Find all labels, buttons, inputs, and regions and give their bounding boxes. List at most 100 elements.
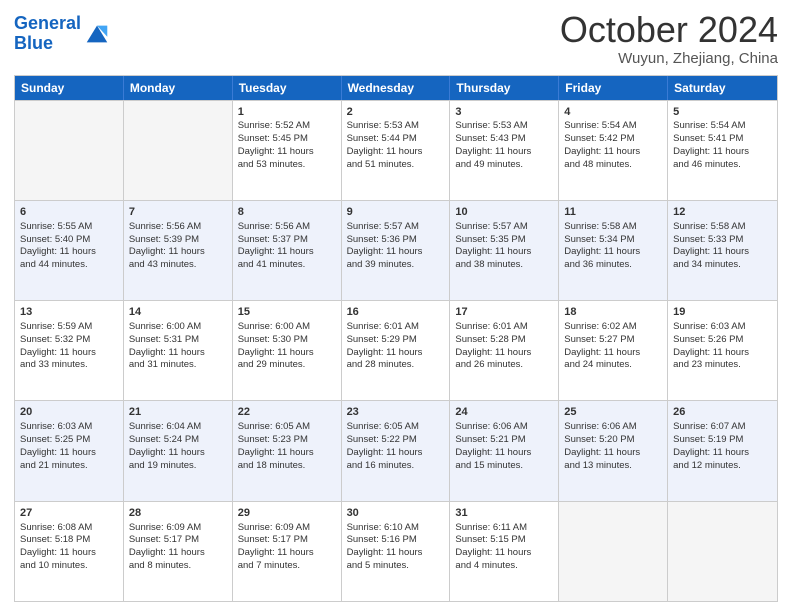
cell-line: Sunrise: 5:59 AM — [20, 321, 118, 334]
cell-line: Daylight: 11 hours — [564, 246, 662, 259]
cell-line: and 53 minutes. — [238, 159, 336, 172]
cell-line: Sunrise: 6:02 AM — [564, 321, 662, 334]
cell-line: Sunset: 5:35 PM — [455, 234, 553, 247]
cell-line: and 34 minutes. — [673, 259, 772, 272]
header-day-monday: Monday — [124, 76, 233, 100]
cell-line: Daylight: 11 hours — [238, 547, 336, 560]
cell-line: Sunrise: 6:06 AM — [455, 421, 553, 434]
table-row: 29Sunrise: 6:09 AMSunset: 5:17 PMDayligh… — [233, 502, 342, 601]
cell-line: Sunset: 5:31 PM — [129, 334, 227, 347]
cell-line: and 41 minutes. — [238, 259, 336, 272]
cell-line: Sunset: 5:23 PM — [238, 434, 336, 447]
cell-line: Daylight: 11 hours — [455, 146, 553, 159]
cell-line: Sunset: 5:16 PM — [347, 534, 445, 547]
cell-line: Daylight: 11 hours — [347, 347, 445, 360]
cell-line: Sunrise: 6:01 AM — [347, 321, 445, 334]
day-number: 12 — [673, 205, 772, 220]
cell-line: Sunrise: 6:01 AM — [455, 321, 553, 334]
day-number: 8 — [238, 205, 336, 220]
cell-line: Daylight: 11 hours — [673, 246, 772, 259]
cell-line: Sunset: 5:28 PM — [455, 334, 553, 347]
day-number: 23 — [347, 405, 445, 420]
table-row: 30Sunrise: 6:10 AMSunset: 5:16 PMDayligh… — [342, 502, 451, 601]
cell-line: Daylight: 11 hours — [455, 347, 553, 360]
cell-line: Sunset: 5:26 PM — [673, 334, 772, 347]
day-number: 21 — [129, 405, 227, 420]
header-day-tuesday: Tuesday — [233, 76, 342, 100]
cell-line: Daylight: 11 hours — [673, 447, 772, 460]
cell-line: and 48 minutes. — [564, 159, 662, 172]
logo: General Blue — [14, 14, 111, 54]
header-day-saturday: Saturday — [668, 76, 777, 100]
month-title: October 2024 — [560, 10, 778, 50]
cell-line: Daylight: 11 hours — [455, 246, 553, 259]
cell-line: Sunset: 5:37 PM — [238, 234, 336, 247]
day-number: 20 — [20, 405, 118, 420]
cell-line: Sunset: 5:17 PM — [238, 534, 336, 547]
cell-line: Daylight: 11 hours — [347, 246, 445, 259]
cell-line: and 4 minutes. — [455, 560, 553, 573]
cell-line: and 24 minutes. — [564, 359, 662, 372]
header-day-friday: Friday — [559, 76, 668, 100]
calendar-row-1: 6Sunrise: 5:55 AMSunset: 5:40 PMDaylight… — [15, 200, 777, 300]
cell-line: Daylight: 11 hours — [20, 447, 118, 460]
cell-line: Sunset: 5:18 PM — [20, 534, 118, 547]
table-row: 16Sunrise: 6:01 AMSunset: 5:29 PMDayligh… — [342, 301, 451, 400]
cell-line: Sunset: 5:25 PM — [20, 434, 118, 447]
cell-line: and 39 minutes. — [347, 259, 445, 272]
cell-line: and 16 minutes. — [347, 460, 445, 473]
header-day-wednesday: Wednesday — [342, 76, 451, 100]
cell-line: Daylight: 11 hours — [129, 547, 227, 560]
cell-line: Sunset: 5:42 PM — [564, 133, 662, 146]
cell-line: Sunset: 5:32 PM — [20, 334, 118, 347]
cell-line: and 38 minutes. — [455, 259, 553, 272]
cell-line: Sunset: 5:15 PM — [455, 534, 553, 547]
table-row: 14Sunrise: 6:00 AMSunset: 5:31 PMDayligh… — [124, 301, 233, 400]
cell-line: Sunrise: 6:04 AM — [129, 421, 227, 434]
table-row — [15, 101, 124, 200]
calendar-header: SundayMondayTuesdayWednesdayThursdayFrid… — [15, 76, 777, 100]
table-row: 7Sunrise: 5:56 AMSunset: 5:39 PMDaylight… — [124, 201, 233, 300]
table-row: 11Sunrise: 5:58 AMSunset: 5:34 PMDayligh… — [559, 201, 668, 300]
day-number: 15 — [238, 305, 336, 320]
cell-line: Sunrise: 6:00 AM — [129, 321, 227, 334]
cell-line: and 13 minutes. — [564, 460, 662, 473]
cell-line: Sunrise: 5:53 AM — [455, 120, 553, 133]
calendar-row-0: 1Sunrise: 5:52 AMSunset: 5:45 PMDaylight… — [15, 100, 777, 200]
calendar: SundayMondayTuesdayWednesdayThursdayFrid… — [14, 75, 778, 602]
day-number: 26 — [673, 405, 772, 420]
cell-line: Sunrise: 5:54 AM — [673, 120, 772, 133]
day-number: 10 — [455, 205, 553, 220]
cell-line: Sunrise: 5:56 AM — [238, 221, 336, 234]
table-row: 21Sunrise: 6:04 AMSunset: 5:24 PMDayligh… — [124, 401, 233, 500]
table-row: 22Sunrise: 6:05 AMSunset: 5:23 PMDayligh… — [233, 401, 342, 500]
cell-line: Sunrise: 6:09 AM — [129, 522, 227, 535]
cell-line: Sunrise: 6:08 AM — [20, 522, 118, 535]
day-number: 16 — [347, 305, 445, 320]
table-row: 1Sunrise: 5:52 AMSunset: 5:45 PMDaylight… — [233, 101, 342, 200]
cell-line: Daylight: 11 hours — [347, 146, 445, 159]
cell-line: Daylight: 11 hours — [20, 246, 118, 259]
day-number: 11 — [564, 205, 662, 220]
header: General Blue October 2024 Wuyun, Zhejian… — [14, 10, 778, 67]
day-number: 7 — [129, 205, 227, 220]
cell-line: Daylight: 11 hours — [455, 447, 553, 460]
cell-line: and 43 minutes. — [129, 259, 227, 272]
cell-line: and 21 minutes. — [20, 460, 118, 473]
cell-line: Sunset: 5:27 PM — [564, 334, 662, 347]
cell-line: Daylight: 11 hours — [129, 347, 227, 360]
cell-line: Daylight: 11 hours — [673, 146, 772, 159]
table-row: 3Sunrise: 5:53 AMSunset: 5:43 PMDaylight… — [450, 101, 559, 200]
cell-line: Sunrise: 6:03 AM — [673, 321, 772, 334]
cell-line: Sunrise: 5:57 AM — [455, 221, 553, 234]
cell-line: Daylight: 11 hours — [455, 547, 553, 560]
cell-line: and 36 minutes. — [564, 259, 662, 272]
cell-line: and 23 minutes. — [673, 359, 772, 372]
cell-line: Sunrise: 5:57 AM — [347, 221, 445, 234]
cell-line: and 18 minutes. — [238, 460, 336, 473]
cell-line: Sunset: 5:22 PM — [347, 434, 445, 447]
table-row — [124, 101, 233, 200]
day-number: 6 — [20, 205, 118, 220]
day-number: 4 — [564, 105, 662, 120]
cell-line: Daylight: 11 hours — [238, 146, 336, 159]
